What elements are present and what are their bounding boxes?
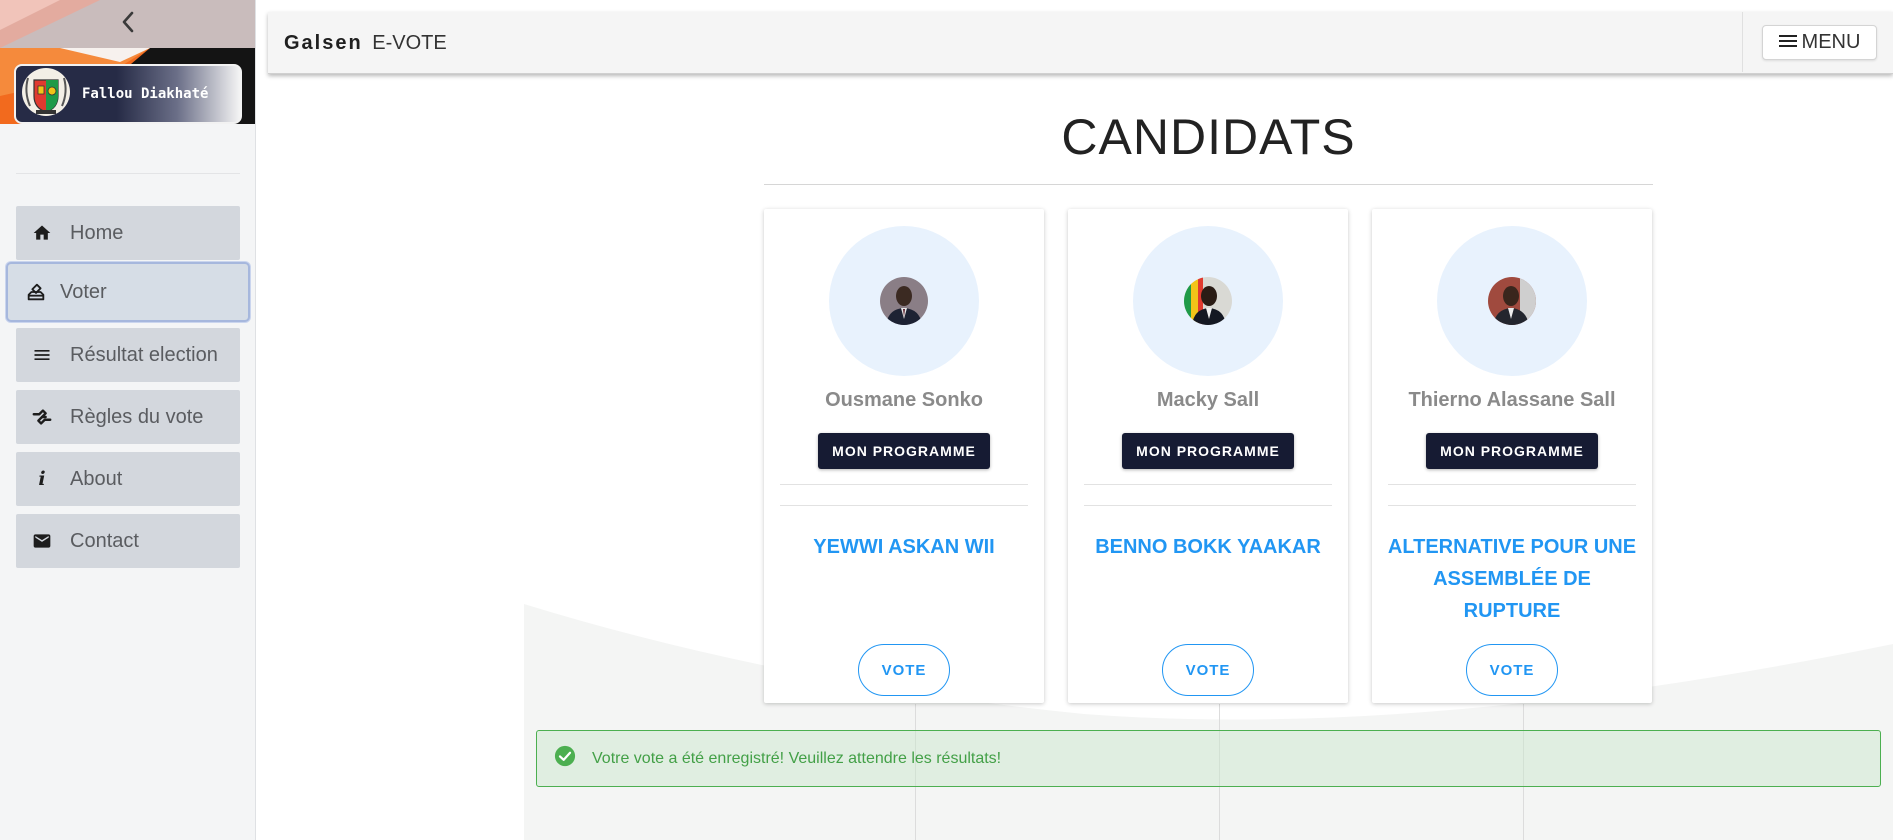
topbar-divider [1742, 12, 1743, 72]
profile-card[interactable]: Fallou Diakhaté [14, 64, 242, 124]
profile-name: Fallou Diakhaté [82, 86, 209, 102]
avatar-halo [829, 226, 979, 376]
sidebar-item-label: Contact [70, 529, 139, 552]
card-divider [1084, 484, 1332, 485]
rules-icon [30, 405, 54, 429]
sidebar-item-label: Résultat election [70, 343, 218, 366]
toggle-decoration [0, 0, 100, 48]
candidate-avatar [1488, 277, 1536, 325]
card-divider [780, 484, 1028, 485]
mon-programme-button[interactable]: MON PROGRAMME [1426, 433, 1598, 469]
ballot-icon [24, 280, 48, 304]
mon-programme-button[interactable]: MON PROGRAMME [818, 433, 990, 469]
info-icon: i [38, 468, 46, 490]
sidebar-item-voter[interactable]: Voter [6, 262, 250, 322]
list-icon [30, 343, 54, 367]
mail-icon [30, 529, 54, 553]
card-divider [1388, 505, 1636, 506]
alert-message: Votre vote a été enregistré! Veuillez at… [592, 749, 1002, 767]
sidebar-item-label: Home [70, 221, 124, 244]
sidebar-item-resultat[interactable]: Résultat election [16, 328, 240, 382]
card-divider [780, 505, 1028, 506]
top-navbar: Galsen E-VOTE MENU [268, 12, 1893, 74]
candidate-card: Macky Sall MON PROGRAMME BENNO BOKK YAAK… [1068, 209, 1348, 703]
sidebar-divider [16, 173, 240, 174]
chevron-left-icon [121, 11, 135, 38]
sidebar-item-label: Voter [60, 280, 107, 303]
check-circle-icon [554, 745, 576, 772]
party-name: BENNO BOKK YAAKAR [1095, 536, 1321, 558]
sidebar: Fallou Diakhaté Home Voter Résultat elec… [0, 0, 256, 840]
page-title: CANDIDATS [1061, 109, 1356, 165]
sidebar-item-about[interactable]: i About [16, 452, 240, 506]
sidebar-item-label: About [70, 467, 123, 490]
sidebar-item-label: Règles du vote [70, 405, 204, 428]
brand-logo[interactable]: Galsen E-VOTE [284, 32, 447, 55]
brand-subtitle: E-VOTE [372, 32, 447, 54]
menu-button-label: MENU [1801, 31, 1861, 53]
vote-button[interactable]: VOTE [1162, 644, 1254, 696]
menu-button[interactable]: MENU [1762, 25, 1877, 60]
vote-button[interactable]: VOTE [1466, 644, 1558, 696]
party-name: YEWWI ASKAN WII [813, 536, 995, 558]
candidate-avatar [880, 277, 928, 325]
sidebar-collapse-button[interactable] [0, 0, 255, 48]
success-alert: Votre vote a été enregistré! Veuillez at… [536, 730, 1881, 787]
senegal-coat-of-arms-icon [20, 66, 72, 123]
sidebar-item-contact[interactable]: Contact [16, 514, 240, 568]
candidate-name: Ousmane Sonko [825, 389, 983, 411]
card-divider [1388, 484, 1636, 485]
candidate-avatar [1184, 277, 1232, 325]
home-icon [30, 221, 54, 245]
mon-programme-button[interactable]: MON PROGRAMME [1122, 433, 1294, 469]
candidate-card: Thierno Alassane Sall MON PROGRAMME ALTE… [1372, 209, 1652, 703]
sidebar-item-regles[interactable]: Règles du vote [16, 390, 240, 444]
candidate-name: Macky Sall [1156, 389, 1260, 411]
candidate-card: Ousmane Sonko MON PROGRAMME YEWWI ASKAN … [764, 209, 1044, 703]
sidebar-header: Fallou Diakhaté [0, 0, 255, 175]
avatar-halo [1437, 226, 1587, 376]
vote-button[interactable]: VOTE [858, 644, 950, 696]
avatar-halo [1133, 226, 1283, 376]
title-divider [764, 184, 1653, 185]
brand-name: Galsen [284, 32, 363, 54]
sidebar-item-home[interactable]: Home [16, 206, 240, 260]
hamburger-icon [1778, 31, 1797, 54]
card-divider [1084, 505, 1332, 506]
candidate-name: Thierno Alassane Sall [1408, 389, 1616, 411]
party-name: ALTERNATIVE POUR UNE ASSEMBLÉE DE RUPTUR… [1387, 536, 1637, 622]
